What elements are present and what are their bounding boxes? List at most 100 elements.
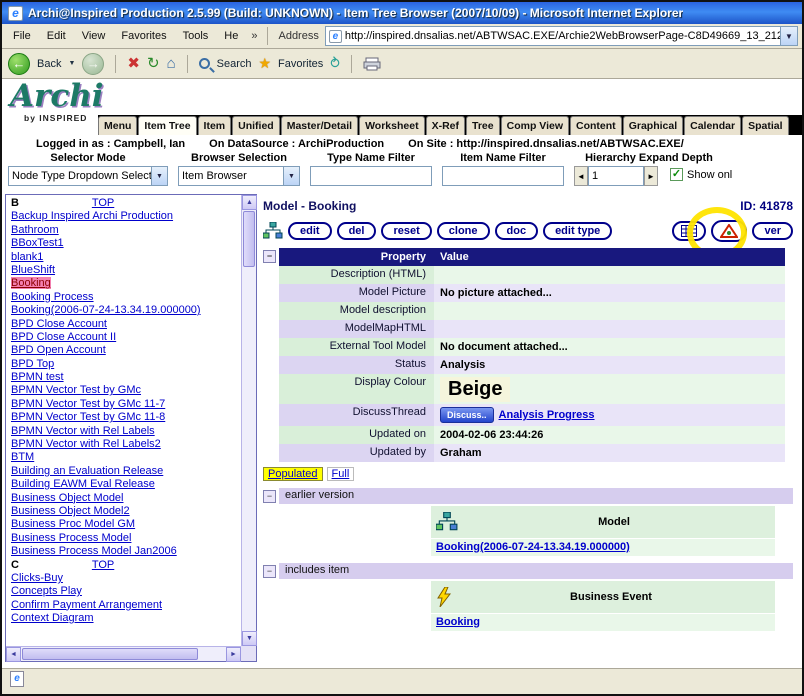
tree-item[interactable]: Business Object Model	[11, 492, 124, 504]
tree-item[interactable]: Clicks-Buy	[11, 572, 63, 584]
tree-item[interactable]: BPD Top	[11, 358, 54, 370]
selector-mode-dropdown[interactable]: Node Type Dropdown Selector ▼	[8, 166, 168, 186]
collapse-icon[interactable]: −	[263, 250, 276, 263]
menu-tools[interactable]: Tools	[176, 28, 216, 44]
tree-item[interactable]: Context Diagram	[11, 612, 94, 624]
menu-view[interactable]: View	[75, 28, 113, 44]
scrollbar-thumb[interactable]	[243, 211, 255, 267]
tab-menu[interactable]: Menu	[98, 116, 137, 135]
tree-item[interactable]: Building EAWM Eval Release	[11, 478, 155, 490]
earlier-version-link[interactable]: Booking(2006-07-24-13.34.19.000000)	[436, 541, 630, 553]
edit-type-button[interactable]: edit type	[543, 222, 612, 240]
tree-item[interactable]: BPD Close Account	[11, 318, 107, 330]
type-name-filter-input[interactable]	[310, 166, 432, 186]
menu-favorites[interactable]: Favorites	[114, 28, 173, 44]
tab-comp-view[interactable]: Comp View	[501, 116, 569, 135]
edit-button[interactable]: edit	[288, 222, 332, 240]
chevron-down-icon[interactable]: ▼	[151, 167, 167, 185]
back-icon[interactable]: ←	[8, 53, 30, 75]
tree-item[interactable]: Bathroom	[11, 224, 59, 236]
menu-edit[interactable]: Edit	[40, 28, 73, 44]
depth-increase-icon[interactable]: ►	[644, 166, 658, 186]
scroll-down-icon[interactable]: ▼	[242, 631, 257, 646]
tab-tree[interactable]: Tree	[466, 116, 500, 135]
tab-spatial[interactable]: Spatial	[742, 116, 788, 135]
home-icon[interactable]: ⌂	[167, 56, 176, 71]
tab-master-detail[interactable]: Master/Detail	[281, 116, 358, 135]
scrollbar-thumb[interactable]	[22, 648, 198, 660]
refresh-icon[interactable]: ↻	[147, 56, 160, 71]
tree-item[interactable]: BPMN Vector Test by GMc 11-8	[11, 411, 165, 423]
tree-item[interactable]: BlueShift	[11, 264, 55, 276]
discuss-thread-link[interactable]: Analysis Progress	[499, 409, 595, 421]
model-graph-button[interactable]	[711, 220, 747, 242]
tree-item[interactable]: blank1	[11, 251, 43, 263]
tree-item[interactable]: BPMN Vector with Rel Labels	[11, 425, 155, 437]
populated-link[interactable]: Populated	[263, 467, 323, 481]
tab-worksheet[interactable]: Worksheet	[359, 116, 425, 135]
print-icon[interactable]	[363, 57, 381, 71]
includes-item-link[interactable]: Booking	[436, 616, 480, 628]
favorites-button[interactable]: Favorites	[278, 58, 323, 70]
doc-button[interactable]: doc	[495, 222, 539, 240]
back-dropdown-icon[interactable]: ▼	[68, 60, 75, 67]
address-url[interactable]: http://inspired.dnsalias.net/ABTWSAC.EXE…	[345, 30, 780, 42]
grid-view-button[interactable]	[672, 221, 706, 241]
collapse-icon[interactable]: −	[263, 490, 276, 503]
tree-item[interactable]: BPMN Vector Test by GMc	[11, 384, 141, 396]
tab-item[interactable]: Item	[198, 116, 232, 135]
tree-item[interactable]: BPD Close Account II	[11, 331, 116, 343]
address-dropdown-icon[interactable]: ▼	[780, 27, 797, 45]
address-bar[interactable]: e http://inspired.dnsalias.net/ABTWSAC.E…	[325, 26, 798, 46]
stop-icon[interactable]: ✖	[127, 56, 140, 71]
tree-item[interactable]: Business Proc Model GM	[11, 518, 135, 530]
version-button[interactable]: ver	[752, 222, 793, 240]
top-link[interactable]: TOP	[92, 197, 114, 209]
tree-item[interactable]: BPD Open Account	[11, 344, 106, 356]
scroll-right-icon[interactable]: ►	[226, 647, 241, 662]
delete-button[interactable]: del	[337, 222, 377, 240]
tree-item-selected[interactable]: Booking	[11, 277, 51, 289]
tree-item[interactable]: Business Object Model2	[11, 505, 130, 517]
menu-help[interactable]: He	[217, 28, 245, 44]
tree-item[interactable]: Building an Evaluation Release	[11, 465, 163, 477]
tab-calendar[interactable]: Calendar	[684, 116, 741, 135]
search-icon[interactable]	[199, 58, 210, 69]
tree-item[interactable]: BPMN Vector Test by GMc 11-7	[11, 398, 165, 410]
top-link[interactable]: TOP	[92, 559, 114, 571]
depth-decrease-icon[interactable]: ◄	[574, 166, 588, 186]
tree-item[interactable]: Business Process Model	[11, 532, 131, 544]
clone-button[interactable]: clone	[437, 222, 490, 240]
forward-icon[interactable]: →	[82, 53, 104, 75]
tree-item[interactable]: Booking Process	[11, 291, 94, 303]
item-name-filter-input[interactable]	[442, 166, 564, 186]
discuss-button[interactable]: Discuss..	[440, 407, 494, 423]
show-only-checkbox[interactable]: ✓	[670, 168, 683, 181]
tab-content[interactable]: Content	[570, 116, 622, 135]
tree-item[interactable]: Business Process Model Jan2006	[11, 545, 177, 557]
tree-item[interactable]: Booking(2006-07-24-13.34.19.000000)	[11, 304, 201, 316]
tree-item[interactable]: Backup Inspired Archi Production	[11, 210, 173, 222]
menu-file[interactable]: File	[6, 28, 38, 44]
tab-graphical[interactable]: Graphical	[623, 116, 683, 135]
tree-item[interactable]: BTM	[11, 451, 34, 463]
collapse-icon[interactable]: −	[263, 565, 276, 578]
tree-item[interactable]: Confirm Payment Arrangement	[11, 599, 162, 611]
tree-item[interactable]: BPMN Vector with Rel Labels2	[11, 438, 161, 450]
search-button[interactable]: Search	[217, 58, 252, 70]
tab-xref[interactable]: X-Ref	[426, 116, 465, 135]
tree-item[interactable]: BBoxTest1	[11, 237, 64, 249]
tree-item[interactable]: Concepts Play	[11, 585, 82, 597]
menu-overflow-icon[interactable]: »	[247, 30, 261, 42]
favorites-icon[interactable]: ★	[258, 56, 271, 71]
history-icon[interactable]: ⥁	[330, 56, 340, 71]
reset-button[interactable]: reset	[381, 222, 431, 240]
hierarchy-depth-input[interactable]	[588, 166, 644, 186]
scroll-left-icon[interactable]: ◄	[6, 647, 21, 662]
tree-vertical-scrollbar[interactable]: ▲ ▼	[241, 195, 256, 646]
tree-horizontal-scrollbar[interactable]: ◄ ►	[6, 646, 241, 661]
tab-unified[interactable]: Unified	[232, 116, 280, 135]
back-button[interactable]: Back	[37, 58, 61, 70]
tree-item[interactable]: BPMN test	[11, 371, 64, 383]
chevron-down-icon[interactable]: ▼	[283, 167, 299, 185]
